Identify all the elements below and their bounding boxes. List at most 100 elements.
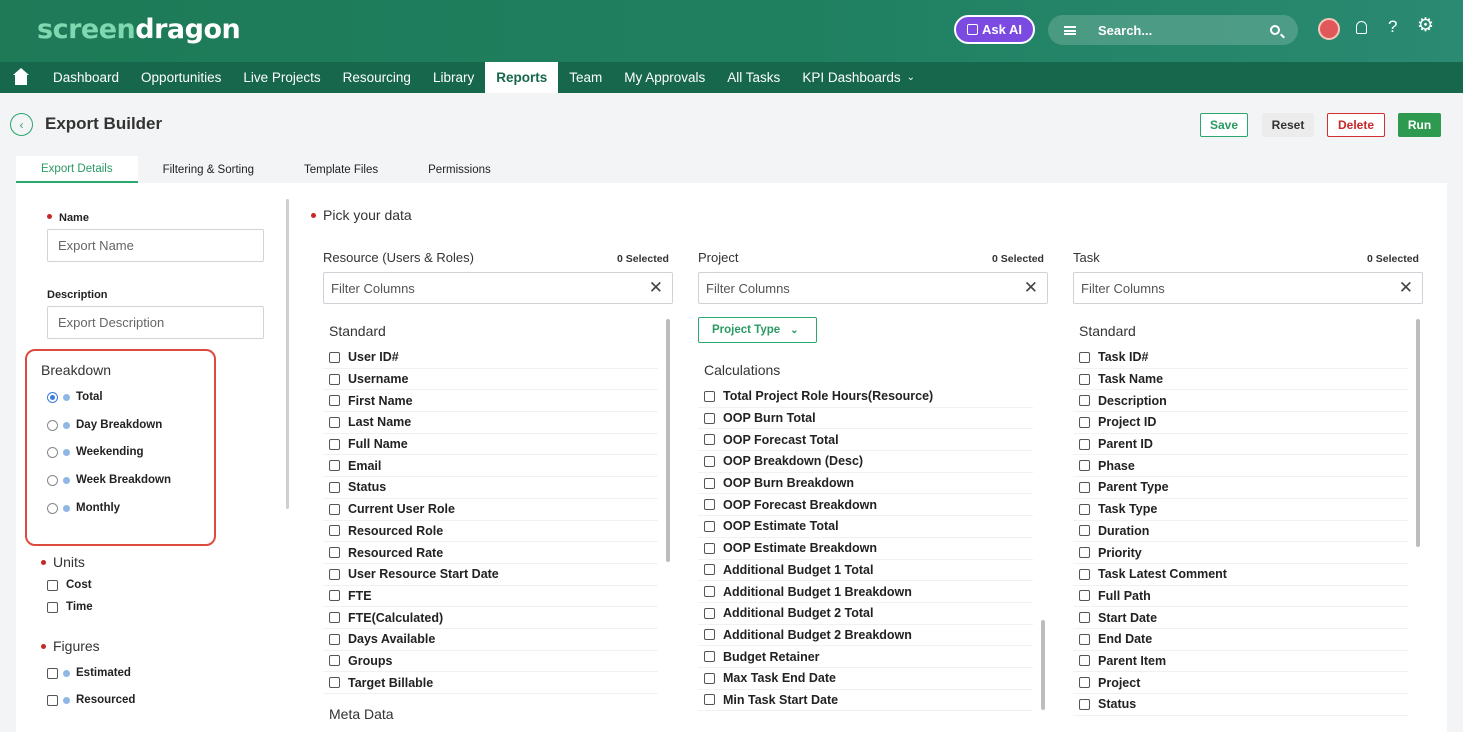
- save-button[interactable]: Save: [1200, 113, 1248, 137]
- column-option[interactable]: OOP Forecast Breakdown: [698, 494, 1033, 517]
- search-bar[interactable]: Search...: [1048, 15, 1298, 45]
- checkbox[interactable]: [329, 525, 340, 537]
- column-option[interactable]: User Resource Start Date: [323, 564, 658, 586]
- column-option[interactable]: OOP Burn Total: [698, 408, 1033, 430]
- search-icon[interactable]: [1270, 25, 1280, 35]
- column-option[interactable]: Start Date: [1073, 607, 1408, 629]
- column-option[interactable]: Groups: [323, 651, 658, 673]
- logo[interactable]: screendragon: [37, 14, 241, 45]
- checkbox[interactable]: [1079, 438, 1090, 450]
- info-icon[interactable]: [63, 393, 70, 401]
- checkbox[interactable]: [704, 564, 715, 576]
- tab-template-files[interactable]: Template Files: [279, 156, 403, 183]
- column-option[interactable]: Resourced Role: [323, 521, 658, 543]
- column-option[interactable]: FTE(Calculated): [323, 607, 658, 629]
- column-option[interactable]: FTE: [323, 586, 658, 608]
- column-option[interactable]: Target Billable: [323, 672, 658, 694]
- run-button[interactable]: Run: [1398, 113, 1441, 137]
- checkbox[interactable]: [329, 351, 340, 363]
- nav-opportunities[interactable]: Opportunities: [130, 62, 232, 93]
- column-option[interactable]: Additional Budget 2 Breakdown: [698, 625, 1033, 647]
- avatar[interactable]: [1318, 18, 1340, 40]
- panel-divider[interactable]: [286, 199, 289, 509]
- checkbox[interactable]: [1079, 416, 1090, 428]
- radio-week-breakdown[interactable]: Week Breakdown: [47, 474, 171, 486]
- bell-icon[interactable]: [1356, 21, 1367, 34]
- checkbox[interactable]: [1079, 503, 1090, 515]
- checkbox[interactable]: [1079, 568, 1090, 580]
- column-option[interactable]: OOP Burn Breakdown: [698, 473, 1033, 495]
- radio-button[interactable]: [47, 391, 58, 403]
- nav-dashboard[interactable]: Dashboard: [42, 62, 130, 93]
- checkbox[interactable]: [1079, 590, 1090, 602]
- gear-icon[interactable]: ⚙: [1417, 14, 1434, 37]
- checkbox[interactable]: [329, 612, 340, 624]
- checkbox[interactable]: [704, 499, 715, 511]
- column-option[interactable]: End Date: [1073, 629, 1408, 651]
- nav-kpi-dashboards[interactable]: KPI Dashboards ⌄: [791, 62, 926, 93]
- checkbox-time[interactable]: Time: [47, 601, 93, 613]
- checkbox[interactable]: [704, 477, 715, 489]
- column-option[interactable]: Project: [1073, 672, 1408, 694]
- column-option[interactable]: Parent ID: [1073, 434, 1408, 456]
- column-option[interactable]: Description: [1073, 390, 1408, 413]
- task-scrollbar[interactable]: [1416, 319, 1420, 547]
- column-option[interactable]: User ID#: [323, 347, 658, 369]
- resource-filter-input[interactable]: Filter Columns ✕: [323, 272, 673, 304]
- checkbox[interactable]: [47, 601, 58, 613]
- column-option[interactable]: Total Project Role Hours(Resource): [698, 386, 1033, 408]
- checkbox[interactable]: [1079, 677, 1090, 689]
- column-option[interactable]: Parent Item: [1073, 651, 1408, 673]
- checkbox[interactable]: [329, 438, 340, 450]
- column-option[interactable]: Full Name: [323, 434, 658, 456]
- nav-all-tasks[interactable]: All Tasks: [716, 62, 791, 93]
- tab-export-details[interactable]: Export Details: [16, 156, 138, 183]
- column-option[interactable]: First Name: [323, 390, 658, 413]
- checkbox-cost[interactable]: Cost: [47, 579, 92, 591]
- radio-day-breakdown[interactable]: Day Breakdown: [47, 419, 162, 431]
- checkbox-estimated[interactable]: Estimated: [47, 667, 131, 679]
- nav-library[interactable]: Library: [422, 62, 485, 93]
- delete-button[interactable]: Delete: [1327, 113, 1385, 137]
- radio-weekending[interactable]: Weekending: [47, 446, 144, 458]
- checkbox[interactable]: [1079, 547, 1090, 559]
- nav-team[interactable]: Team: [558, 62, 613, 93]
- column-option[interactable]: Additional Budget 2 Total: [698, 603, 1033, 625]
- ask-ai-button[interactable]: Ask AI: [954, 15, 1035, 44]
- search-input[interactable]: Search...: [1098, 23, 1270, 38]
- reset-button[interactable]: Reset: [1262, 113, 1314, 137]
- task-filter-input[interactable]: Filter Columns ✕: [1073, 272, 1423, 304]
- column-option[interactable]: Resourced Rate: [323, 542, 658, 564]
- column-option[interactable]: Task Name: [1073, 369, 1408, 391]
- radio-button[interactable]: [47, 446, 58, 458]
- column-option[interactable]: Parent Type: [1073, 477, 1408, 499]
- info-icon[interactable]: [63, 448, 70, 456]
- column-option[interactable]: OOP Estimate Breakdown: [698, 538, 1033, 560]
- checkbox[interactable]: [704, 390, 715, 402]
- column-option[interactable]: Days Available: [323, 629, 658, 651]
- back-button[interactable]: ‹: [10, 113, 33, 136]
- radio-button[interactable]: [47, 419, 58, 431]
- checkbox[interactable]: [704, 607, 715, 619]
- tab-filtering-sorting[interactable]: Filtering & Sorting: [138, 156, 279, 183]
- radio-button[interactable]: [47, 474, 58, 486]
- checkbox[interactable]: [704, 672, 715, 684]
- checkbox[interactable]: [704, 629, 715, 641]
- close-icon[interactable]: ✕: [1024, 278, 1038, 298]
- column-option[interactable]: Status: [323, 477, 658, 499]
- checkbox[interactable]: [47, 694, 58, 706]
- project-filter-input[interactable]: Filter Columns ✕: [698, 272, 1048, 304]
- column-option[interactable]: Max Task End Date: [698, 668, 1033, 690]
- checkbox[interactable]: [1079, 655, 1090, 667]
- checkbox[interactable]: [329, 568, 340, 580]
- checkbox[interactable]: [704, 434, 715, 446]
- info-icon[interactable]: [63, 696, 70, 704]
- checkbox[interactable]: [47, 579, 58, 591]
- checkbox[interactable]: [1079, 395, 1090, 407]
- checkbox[interactable]: [704, 542, 715, 554]
- help-icon[interactable]: ?: [1388, 17, 1397, 37]
- checkbox[interactable]: [1079, 351, 1090, 363]
- checkbox[interactable]: [704, 651, 715, 663]
- nav-resourcing[interactable]: Resourcing: [332, 62, 422, 93]
- column-option[interactable]: OOP Breakdown (Desc): [698, 451, 1033, 473]
